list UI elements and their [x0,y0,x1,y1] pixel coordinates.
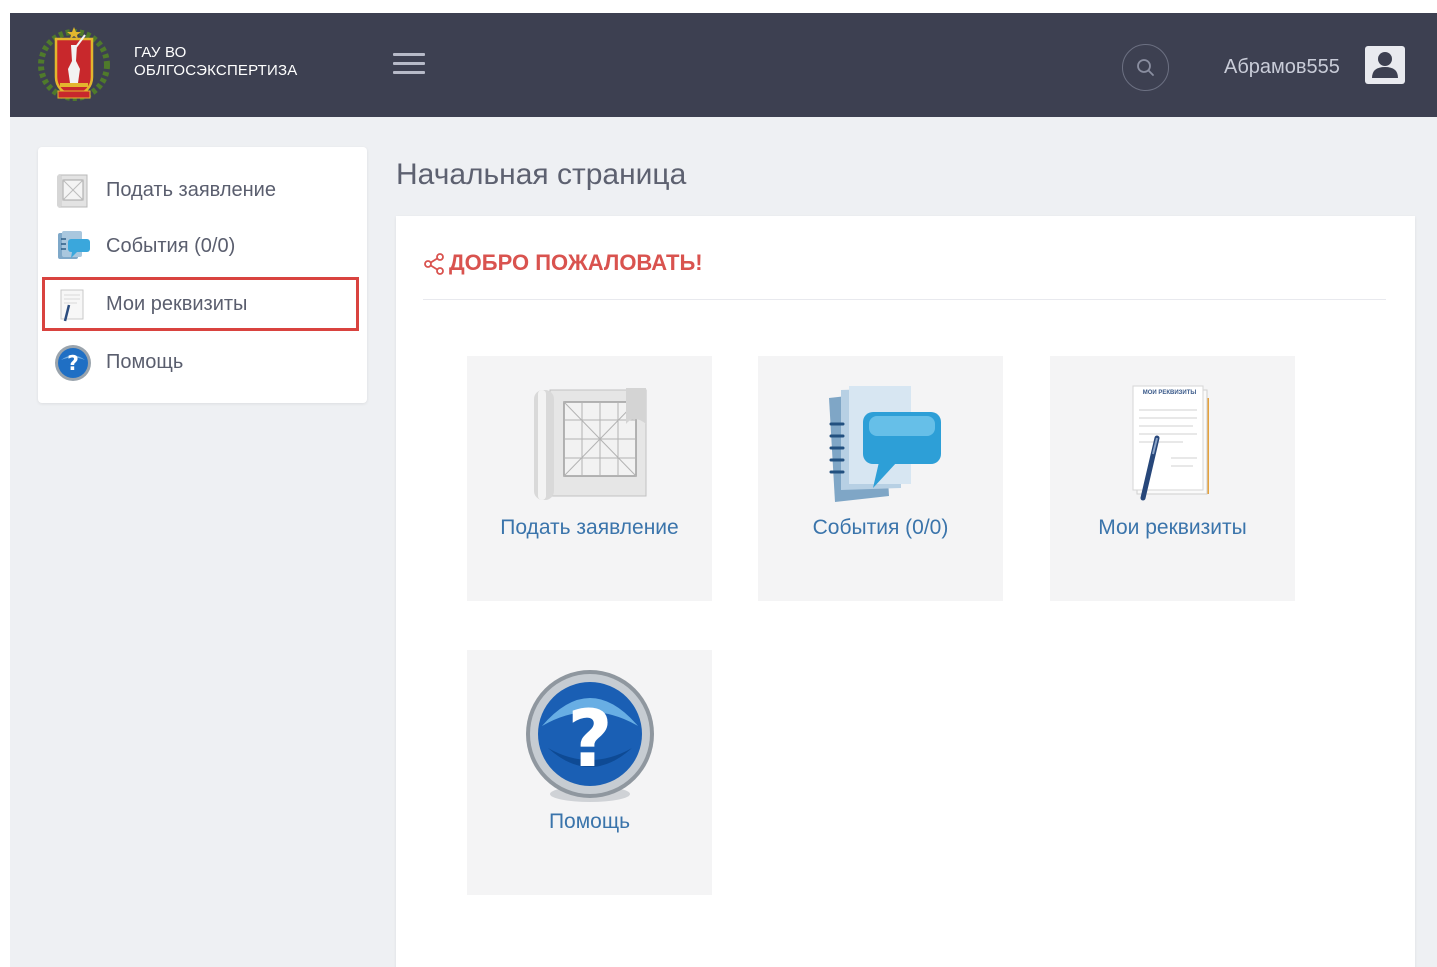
coat-of-arms-logo[interactable] [36,25,112,101]
search-button[interactable] [1122,44,1169,91]
tile-label: Помощь [548,810,631,833]
blueprint-icon [530,384,650,502]
sidebar-item-label: События (0/0) [106,235,236,257]
divider [423,299,1386,300]
help-icon: ? [53,343,93,383]
tile-submit-application[interactable]: Подать заявление [467,356,712,601]
tile-help[interactable]: ? Помощь [467,650,712,895]
hamburger-icon-bar [393,62,425,65]
brand-line-1: ГАУ ВО [134,44,187,61]
hamburger-icon-bar [393,53,425,56]
requisites-icon [53,285,93,325]
blueprint-icon [53,171,93,211]
help-icon: ? [524,668,656,806]
tile-label: Подать заявление [500,516,679,539]
menu-toggle-button[interactable] [393,53,425,77]
username-label[interactable]: Абрамов555 [1224,56,1340,79]
svg-text:?: ? [67,351,79,375]
sidebar-menu: Подать заявление События (0/0) Мои рекви… [38,147,367,403]
welcome-panel: ДОБРО ПОЖАЛОВАТЬ! Подать заявление Событ… [396,216,1415,967]
share-icon [424,253,444,276]
tile-events[interactable]: События (0/0) [758,356,1003,601]
hamburger-icon-bar [393,71,425,74]
search-icon [1137,59,1154,76]
sidebar-item-my-requisites[interactable]: Мои реквизиты [42,277,359,331]
requisites-icon-caption: МОИ РЕКВИЗИТЫ [1142,390,1197,396]
sidebar-item-label: Помощь [106,351,184,373]
tile-label: Мои реквизиты [1098,516,1247,539]
svg-text:?: ? [567,695,612,785]
sidebar-item-events[interactable]: События (0/0) [38,219,367,273]
sidebar-item-label: Мои реквизиты [106,293,248,315]
sidebar-item-help[interactable]: ? Помощь [38,335,367,389]
brand-title[interactable]: ГАУ ВО ОБЛГОСЭКСПЕРТИЗА [134,44,297,80]
welcome-heading: ДОБРО ПОЖАЛОВАТЬ! [423,250,703,276]
events-icon [53,227,93,267]
page-title: Начальная страница [396,158,687,191]
top-header: ГАУ ВО ОБЛГОСЭКСПЕРТИЗА Абрамов555 [10,13,1437,117]
events-icon [819,384,943,504]
sidebar-item-label: Подать заявление [106,179,276,201]
user-icon [1372,52,1398,78]
brand-line-2: ОБЛГОСЭКСПЕРТИЗА [134,62,298,79]
tile-label: События (0/0) [812,516,949,539]
welcome-text: ДОБРО ПОЖАЛОВАТЬ! [449,250,703,275]
sidebar-item-submit-application[interactable]: Подать заявление [38,163,367,217]
user-avatar-button[interactable] [1365,46,1405,84]
app-window: ГАУ ВО ОБЛГОСЭКСПЕРТИЗА Абрамов555 Подат… [10,13,1437,967]
requisites-icon: МОИ РЕКВИЗИТЫ [1123,384,1223,504]
tile-my-requisites[interactable]: МОИ РЕКВИЗИТЫ Мои реквизиты [1050,356,1295,601]
